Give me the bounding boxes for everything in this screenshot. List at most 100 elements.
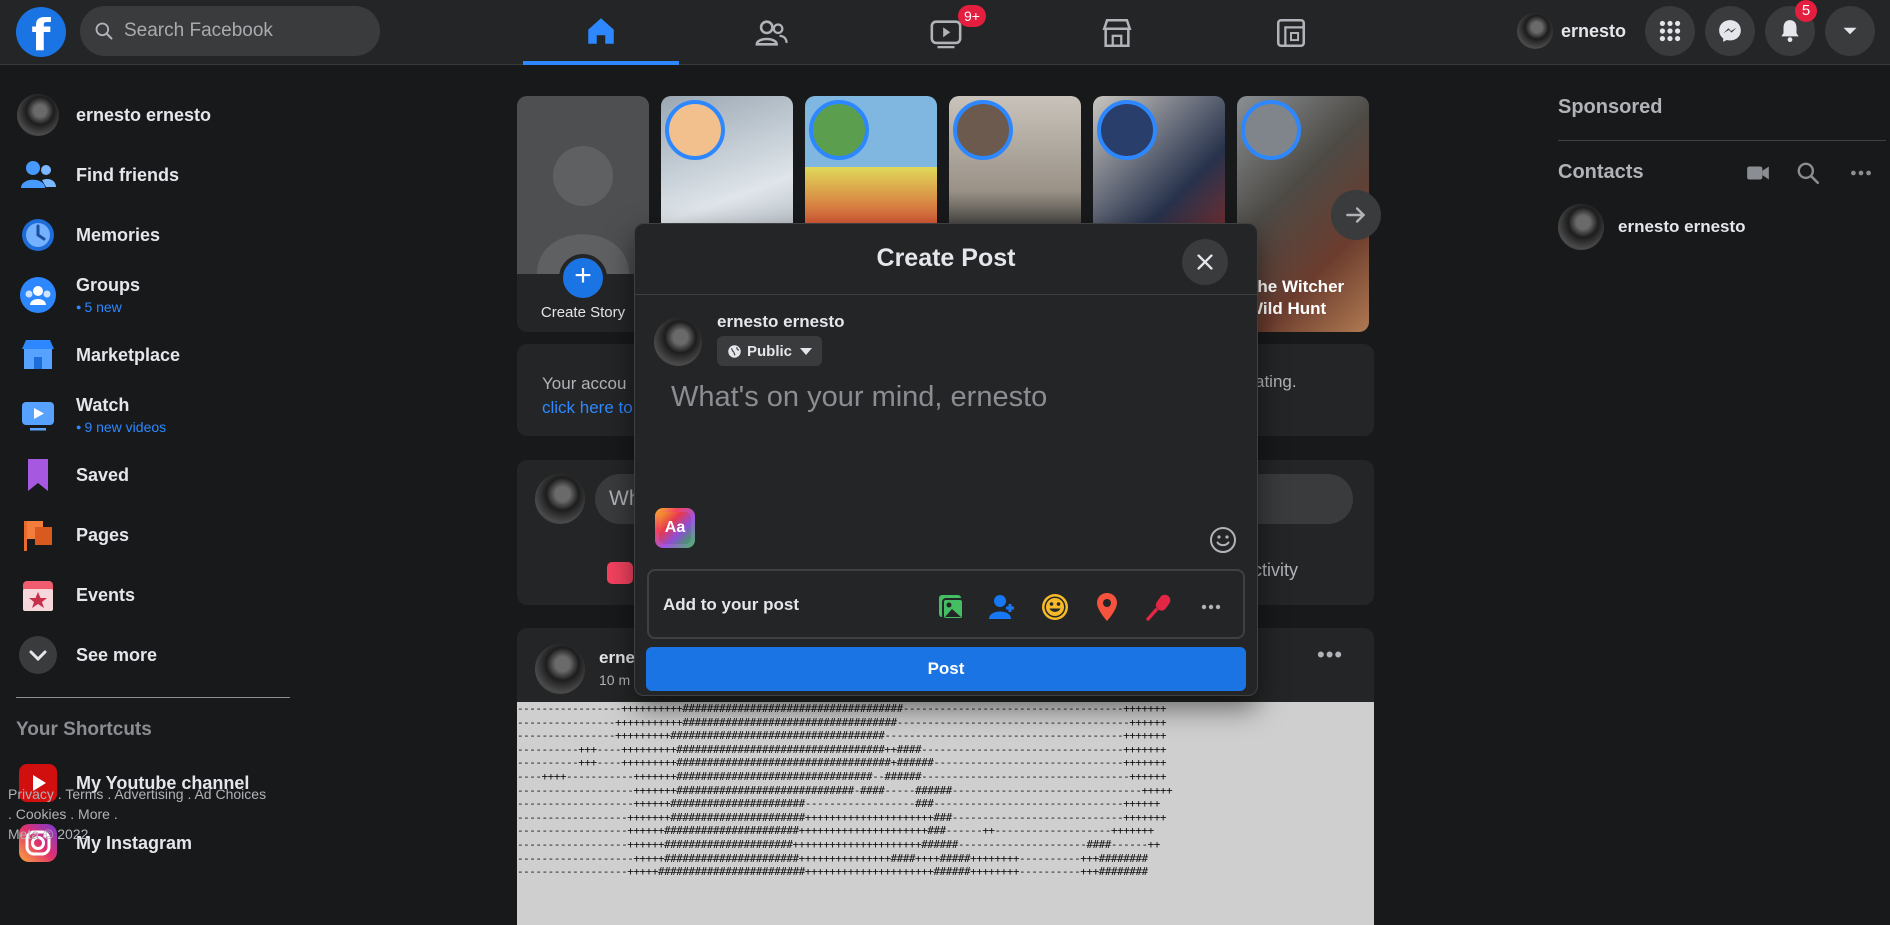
sidebar-item-label: Marketplace: [76, 344, 181, 365]
sidebar-item-events[interactable]: Events: [16, 569, 135, 621]
tab-gaming[interactable]: [1213, 0, 1369, 65]
create-story-card[interactable]: + Create Story: [517, 96, 649, 332]
add-to-post-bar: Add to your post: [647, 569, 1245, 639]
contact-item[interactable]: ernesto ernesto: [1558, 204, 1746, 250]
feeling-button[interactable]: [1037, 589, 1073, 625]
check-in-button[interactable]: [1089, 589, 1125, 625]
groups-icon: [20, 277, 56, 313]
sidebar-item-sublabel: 5 new: [76, 299, 140, 315]
story-avatar: [1097, 100, 1157, 160]
live-video-button[interactable]: [1141, 589, 1177, 625]
avatar: [1517, 13, 1553, 49]
story-name-line-2: Wild Hunt: [1247, 299, 1327, 318]
profile-silhouette: [517, 96, 649, 274]
more-options-button[interactable]: [1193, 589, 1229, 625]
facebook-logo-icon[interactable]: f: [16, 7, 66, 57]
ascii-line: ------------------++++++################…: [517, 824, 1154, 838]
watch-video-icon: [930, 19, 962, 48]
notifications-button[interactable]: 5: [1765, 0, 1817, 56]
more-options-icon: [1201, 604, 1221, 610]
sidebar-item-label: Memories: [76, 224, 161, 245]
ascii-line: ------------------+++++++###############…: [517, 810, 1167, 824]
dialog-divider: [635, 294, 1257, 295]
sidebar-item-profile[interactable]: ernesto ernesto: [16, 89, 211, 141]
messenger-button[interactable]: [1705, 6, 1755, 56]
globe-icon: [728, 344, 741, 358]
audience-label: Public: [747, 342, 793, 360]
avatar: [535, 474, 585, 524]
post-more-options-icon[interactable]: •••: [1317, 642, 1343, 668]
profile-chip[interactable]: ernesto: [1515, 10, 1634, 52]
sidebar-item-see-more[interactable]: See more: [16, 629, 157, 681]
story-avatar: [953, 100, 1013, 160]
avatar: [1558, 204, 1604, 250]
text-format-aa-icon[interactable]: Aa: [659, 512, 691, 544]
sidebar-item-label: ernesto ernesto: [76, 104, 212, 125]
ascii-line: -------------------+++++################…: [517, 851, 1148, 865]
check-in-icon: [1097, 593, 1117, 621]
stories-next-button[interactable]: [1331, 190, 1381, 240]
sidebar-divider: [16, 697, 290, 698]
post-author[interactable]: erne: [599, 648, 635, 668]
sidebar-item-groups[interactable]: Groups 5 new: [16, 269, 140, 321]
audience-selector[interactable]: Public: [717, 336, 823, 366]
tab-friends[interactable]: [693, 0, 849, 65]
home-icon: [588, 17, 614, 44]
photo-video-icon: [939, 595, 964, 620]
new-room-video-icon[interactable]: [1745, 160, 1771, 186]
search-input[interactable]: [124, 20, 354, 42]
sidebar-item-pages[interactable]: Pages: [16, 509, 129, 561]
messenger-icon: [1719, 20, 1741, 42]
sidebar-item-saved[interactable]: Saved: [16, 449, 129, 501]
contacts-heading: Contacts: [1558, 161, 1644, 183]
tab-marketplace[interactable]: [1039, 0, 1195, 65]
footer-line-1[interactable]: Privacy . Terms . Advertising . Ad Choic…: [8, 784, 266, 804]
menu-button[interactable]: [1645, 6, 1695, 56]
tab-home[interactable]: [523, 0, 679, 65]
footer-copyright: Meta © 2022: [8, 826, 89, 842]
ascii-line: ----------+++----+++++++++##############…: [517, 756, 1167, 770]
footer-line-2[interactable]: . Cookies . More .: [8, 804, 266, 824]
search-box[interactable]: [80, 6, 380, 56]
add-to-post-label: Add to your post: [663, 595, 799, 614]
watch-badge: 9+: [958, 5, 986, 27]
sidebar-item-sublabel: 9 new videos: [76, 419, 166, 435]
sidebar-item-label: Find friends: [76, 164, 179, 185]
post-button[interactable]: Post: [646, 647, 1246, 691]
caret-down-icon: [800, 347, 813, 355]
sidebar-item-watch[interactable]: Watch 9 new videos: [16, 389, 166, 441]
add-story-icon[interactable]: +: [559, 254, 607, 302]
post-text-input[interactable]: [671, 381, 1231, 521]
emoji-icon[interactable]: [1208, 525, 1238, 555]
notice-link[interactable]: click here to: [542, 396, 633, 420]
post-ascii-image: -----------------++++++++++#############…: [517, 702, 1374, 925]
right-rail-divider: [1558, 140, 1886, 141]
tab-watch[interactable]: 9+: [868, 0, 1024, 65]
story-name-line-1: The Witcher: [1247, 277, 1345, 296]
create-post-dialog: Create Post ernesto ernesto Public Aa Ad…: [634, 223, 1258, 696]
post-timestamp[interactable]: 10 m: [599, 672, 630, 688]
sidebar-item-find-friends[interactable]: Find friends: [16, 149, 179, 201]
profile-name: ernesto: [1561, 20, 1627, 41]
sidebar-item-marketplace[interactable]: Marketplace: [16, 329, 180, 381]
story-avatar: [809, 100, 869, 160]
live-video-icon[interactable]: [607, 562, 633, 584]
close-button[interactable]: [1182, 239, 1228, 285]
sidebar-item-memories[interactable]: Memories: [16, 209, 160, 261]
account-menu-button[interactable]: [1825, 6, 1875, 56]
tag-people-button[interactable]: [985, 589, 1021, 625]
shortcuts-heading: Your Shortcuts: [16, 719, 152, 740]
memories-clock-icon: [22, 219, 54, 251]
sidebar-item-label: Groups: [76, 275, 141, 295]
ascii-line: ------------------++++++################…: [517, 837, 1160, 851]
sidebar-item-label: Saved: [76, 464, 130, 485]
search-icon: [95, 22, 113, 40]
search-contacts-icon[interactable]: [1795, 160, 1821, 186]
contacts-options-icon[interactable]: [1848, 160, 1874, 186]
feeling-icon: [1042, 594, 1068, 620]
ascii-line: ----------------+++++++++###############…: [517, 729, 1167, 743]
photo-video-button[interactable]: [933, 589, 969, 625]
sidebar-item-label: Pages: [76, 524, 130, 545]
avatar: [17, 94, 59, 136]
composer-activity-label[interactable]: ctivity: [1253, 560, 1298, 581]
